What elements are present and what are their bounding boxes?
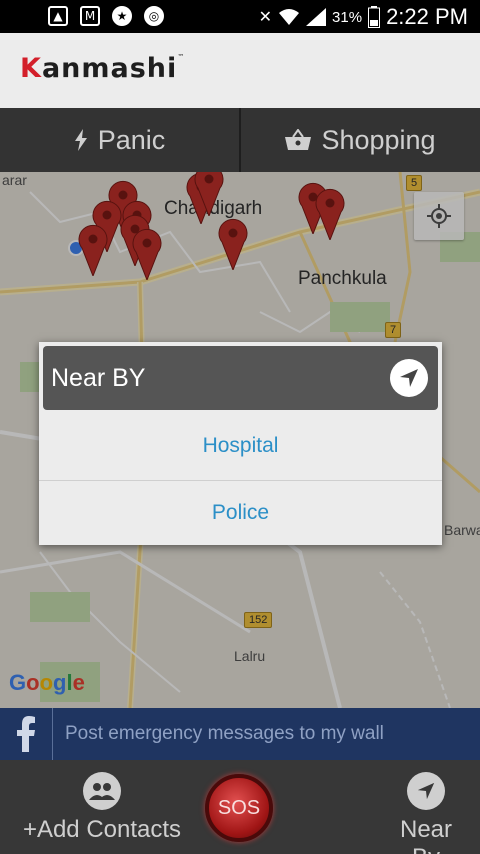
app-header: Kanmashi™ <box>0 33 480 108</box>
add-contacts-button[interactable]: +Add Contacts <box>12 772 192 844</box>
near-by-label: Near By <box>399 816 453 854</box>
notification-icons: ▲ M ★ ◎ <box>48 6 164 26</box>
clock: 2:22 PM <box>386 4 468 29</box>
running-icon: ★ <box>112 6 132 26</box>
signal-icon <box>306 8 327 26</box>
battery-icon <box>368 6 381 28</box>
gallery-icon: ▲ <box>48 6 68 26</box>
status-bar: ▲ M ★ ◎ ✕ 31% 2:22 PM <box>0 0 480 33</box>
sos-label: SOS <box>217 796 261 819</box>
tab-panic[interactable]: Panic <box>0 108 239 172</box>
facebook-icon <box>0 708 53 760</box>
navigation-button[interactable] <box>390 359 428 397</box>
near-by-dialog: Near BY Hospital Police <box>39 342 442 545</box>
option-hospital[interactable]: Hospital <box>39 414 442 478</box>
tab-bar: Panic Shopping <box>0 108 480 172</box>
bottom-action-bar: +Add Contacts SOS Near By <box>0 760 480 854</box>
navigation-arrow-icon <box>400 369 418 387</box>
contacts-icon <box>83 772 121 810</box>
tab-shopping-label: Shopping <box>321 124 436 155</box>
bolt-icon <box>74 129 87 151</box>
option-police[interactable]: Police <box>39 480 442 544</box>
wifi-icon <box>279 9 300 25</box>
tab-shopping[interactable]: Shopping <box>239 108 480 172</box>
sync-icon: ◎ <box>144 6 164 26</box>
dialog-title: Near BY <box>51 364 146 392</box>
basket-icon <box>285 129 312 150</box>
mute-icon: ✕ <box>258 9 273 26</box>
tab-panic-label: Panic <box>97 124 166 155</box>
sos-button[interactable]: SOS <box>205 774 273 842</box>
dialog-header: Near BY <box>43 346 438 410</box>
mail-icon: M <box>80 6 100 26</box>
system-status: ✕ 31% 2:22 PM <box>259 4 468 30</box>
app-logo: Kanmashi™ <box>20 53 186 84</box>
facebook-post-bar[interactable]: Post emergency messages to my wall <box>0 708 480 760</box>
facebook-post-text: Post emergency messages to my wall <box>65 723 384 744</box>
navigation-icon <box>407 772 445 810</box>
battery-percent: 31% <box>332 8 363 26</box>
near-by-button[interactable]: Near By <box>384 772 468 854</box>
add-contacts-label: +Add Contacts <box>22 816 182 843</box>
